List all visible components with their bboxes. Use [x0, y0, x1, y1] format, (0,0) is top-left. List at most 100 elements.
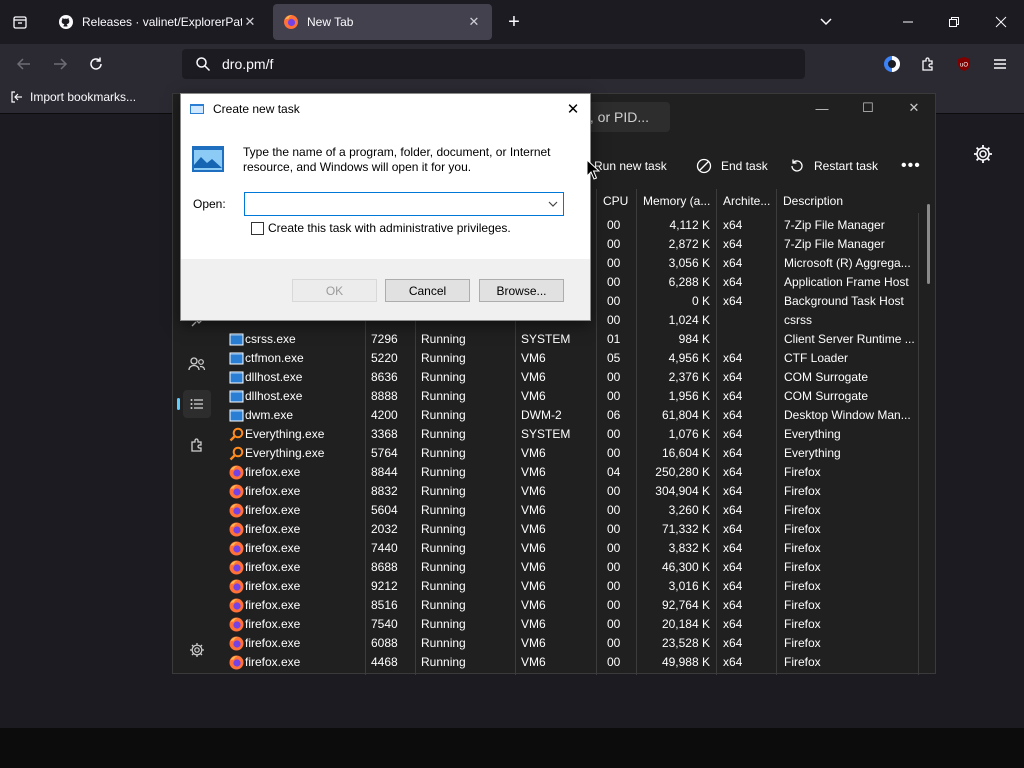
list-all-tabs-icon[interactable] — [810, 6, 842, 38]
cell-desc: Everything — [784, 427, 841, 441]
cell-arch: x64 — [723, 522, 743, 536]
cell-cpu: 04 — [607, 465, 621, 479]
tab-overview-icon[interactable] — [4, 6, 36, 38]
tm-minimize-icon[interactable]: — — [799, 94, 845, 122]
dialog-title: Create new task — [213, 102, 300, 116]
cell-desc: Firefox — [784, 465, 821, 479]
table-row[interactable]: firefox.exe 2032 Running VM6 00 71,332 K x64 Fi… — [225, 520, 920, 539]
close-tab-icon[interactable]: ✕ — [466, 14, 482, 30]
restart-task-button[interactable]: Restart task — [788, 150, 878, 182]
cell-arch: x64 — [723, 408, 743, 422]
column-architecture[interactable]: Archite... — [716, 189, 776, 213]
ok-button[interactable]: OK — [292, 279, 377, 302]
table-row[interactable]: Everything.exe 5764 Running VM6 00 16,604 K x6… — [225, 444, 920, 463]
table-row[interactable]: dwm.exe 4200 Running DWM-2 06 61,804 K x64 Desk… — [225, 406, 920, 425]
open-input[interactable] — [249, 196, 539, 212]
table-row[interactable]: firefox.exe 8516 Running VM6 00 92,764 K x64 Fi… — [225, 596, 920, 615]
checkbox-box[interactable] — [251, 221, 264, 235]
table-row[interactable]: firefox.exe 5604 Running VM6 00 3,260 K x64 Fir… — [225, 501, 920, 520]
dialog-close-icon[interactable]: ✕ — [560, 96, 586, 122]
table-row[interactable]: Everything.exe 3368 Running SYSTEM 00 1,076 K… — [225, 425, 920, 444]
cell-name: firefox.exe — [245, 465, 301, 479]
cell-arch: x64 — [723, 617, 743, 631]
cell-mem: 1,076 K — [668, 427, 710, 441]
process-table-scrollbar[interactable] — [927, 204, 930, 284]
cell-mem: 23,528 K — [661, 636, 710, 650]
cell-cpu: 00 — [607, 370, 621, 384]
cell-pid: 8832 — [371, 484, 398, 498]
table-row[interactable]: csrss.exe 7296 Running SYSTEM 01 984 K Client … — [225, 330, 920, 349]
dark-reader-extension-icon[interactable] — [876, 48, 908, 80]
app-window-icon — [229, 351, 244, 366]
address-bar[interactable] — [182, 49, 805, 79]
minimize-window-icon[interactable] — [892, 6, 924, 38]
cell-arch: x64 — [723, 294, 743, 308]
extensions-icon[interactable] — [912, 48, 944, 80]
cell-cpu: 00 — [607, 237, 621, 251]
new-tab-button[interactable]: + — [498, 6, 530, 38]
run-new-task-button[interactable]: Run new task — [594, 150, 667, 182]
cell-status: Running — [421, 389, 466, 403]
table-row[interactable]: firefox.exe 4468 Running VM6 00 49,988 K x64 Fi… — [225, 653, 920, 672]
cell-name: firefox.exe — [245, 636, 301, 650]
forward-button[interactable] — [44, 48, 76, 80]
open-combobox[interactable] — [244, 192, 564, 216]
back-button[interactable] — [8, 48, 40, 80]
table-row[interactable]: firefox.exe 8688 Running VM6 00 46,300 K x64 Fi… — [225, 558, 920, 577]
details-icon[interactable] — [177, 390, 211, 418]
tab-new-tab[interactable]: New Tab ✕ — [273, 4, 492, 40]
tm-search-box[interactable]: r, or PID... — [578, 102, 670, 132]
restart-task-label: Restart task — [814, 159, 879, 173]
cell-name: firefox.exe — [245, 579, 301, 593]
cell-name: dwm.exe — [245, 408, 294, 422]
reload-button[interactable] — [80, 48, 112, 80]
cell-pid: 4200 — [371, 408, 398, 422]
restore-window-icon[interactable] — [938, 6, 970, 38]
table-row[interactable]: dllhost.exe 8636 Running VM6 00 2,376 K x64 COM… — [225, 368, 920, 387]
cell-mem: 1,024 K — [668, 313, 710, 327]
tab-releases[interactable]: Releases · valinet/ExplorerPatcher ✕ — [48, 4, 268, 40]
run-new-task-label: Run new task — [594, 159, 667, 173]
column-description[interactable]: Description — [776, 189, 918, 213]
close-tab-icon[interactable]: ✕ — [242, 14, 258, 30]
more-options-icon[interactable]: ••• — [901, 150, 921, 182]
cell-arch: x64 — [723, 256, 743, 270]
dialog-description: Type the name of a program, folder, docu… — [243, 145, 551, 174]
cell-pid: 5604 — [371, 503, 398, 517]
table-row[interactable]: firefox.exe 8832 Running VM6 00 304,904 K x64 F… — [225, 482, 920, 501]
cell-arch: x64 — [723, 218, 743, 232]
cell-cpu: 00 — [607, 636, 621, 650]
close-window-icon[interactable] — [985, 6, 1017, 38]
url-input[interactable] — [222, 56, 782, 72]
app-menu-icon[interactable] — [984, 48, 1016, 80]
table-row[interactable]: dllhost.exe 8888 Running VM6 00 1,956 K x64 COM… — [225, 387, 920, 406]
end-task-button[interactable]: End task — [695, 150, 768, 182]
cancel-button[interactable]: Cancel — [385, 279, 470, 302]
tm-close-icon[interactable]: ✕ — [891, 94, 937, 122]
table-row[interactable]: firefox.exe 8844 Running VM6 04 250,280 K x64 F… — [225, 463, 920, 482]
cell-mem: 46,300 K — [661, 560, 710, 574]
table-row[interactable]: firefox.exe 7440 Running VM6 00 3,832 K x64 Fir… — [225, 539, 920, 558]
browse-button[interactable]: Browse... — [479, 279, 564, 302]
app-window-icon — [229, 389, 244, 404]
chevron-down-icon[interactable] — [545, 196, 561, 212]
column-memory[interactable]: Memory (a... — [636, 189, 716, 213]
cell-pid: 8844 — [371, 465, 398, 479]
tm-maximize-icon[interactable]: ☐ — [845, 94, 891, 122]
ublock-origin-icon[interactable]: uO — [948, 48, 980, 80]
table-row[interactable]: firefox.exe 7540 Running VM6 00 20,184 K x64 Fi… — [225, 615, 920, 634]
table-row[interactable]: firefox.exe 9212 Running VM6 00 3,016 K x64 Fir… — [225, 577, 920, 596]
settings-gear-icon[interactable] — [972, 143, 994, 165]
table-row[interactable]: ctfmon.exe 5220 Running VM6 05 4,956 K x64 CTF … — [225, 349, 920, 368]
column-cpu[interactable]: CPU — [596, 189, 636, 213]
table-row[interactable]: firefox.exe 6088 Running VM6 00 23,528 K x64 Fi… — [225, 634, 920, 653]
cell-user: VM6 — [521, 446, 546, 460]
tm-search-placeholder: r, or PID... — [586, 109, 650, 125]
services-icon[interactable] — [183, 431, 211, 459]
admin-privileges-checkbox[interactable]: Create this task with administrative pri… — [251, 221, 511, 235]
cell-status: Running — [421, 484, 466, 498]
import-bookmarks-link[interactable]: Import bookmarks... — [10, 90, 136, 104]
cell-pid: 7540 — [371, 617, 398, 631]
tm-settings-icon[interactable] — [183, 636, 211, 664]
users-icon[interactable] — [183, 350, 211, 378]
